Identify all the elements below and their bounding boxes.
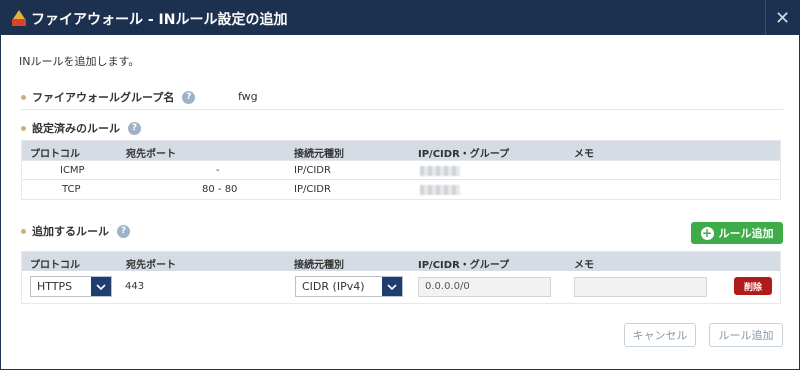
cell-source-type: IP/CIDR: [294, 184, 331, 195]
column-header-port: 宛先ポート: [126, 149, 176, 160]
chevron-down-icon: [91, 277, 111, 296]
port-value: 443: [125, 281, 145, 292]
ip-cidr-input[interactable]: 0.0.0.0/0: [418, 277, 551, 297]
dialog-title: ファイアウォール - INルール設定の追加: [31, 12, 288, 28]
cancel-button[interactable]: キャンセル: [624, 323, 696, 347]
help-icon[interactable]: ?: [117, 224, 130, 238]
help-icon[interactable]: ?: [128, 121, 141, 135]
add-rule-button-label: ルール追加: [718, 227, 774, 240]
intro-text: INルールを追加します。: [19, 55, 140, 68]
bullet-icon: [21, 228, 26, 234]
close-button[interactable]: ✕: [765, 1, 799, 35]
divider: [21, 109, 783, 110]
column-header-memo: メモ: [574, 260, 594, 271]
existing-rules-title: 設定済みのルール ?: [21, 120, 141, 136]
firewall-group-value: fwg: [238, 90, 258, 103]
column-header-memo: メモ: [574, 149, 594, 160]
existing-rules-title-text: 設定済みのルール: [32, 122, 120, 135]
protocol-select-value: HTTPS: [37, 280, 73, 293]
firewall-group-label-text: ファイアウォールグループ名: [32, 91, 175, 104]
column-header-source-type: 接続元種別: [294, 260, 344, 271]
table-header: プロトコル 宛先ポート 接続元種別 IP/CIDR・グループ メモ: [22, 141, 780, 160]
column-header-protocol: プロトコル: [30, 149, 80, 160]
redacted-ip: [420, 166, 460, 176]
firewall-group-label: ファイアウォールグループ名 ?: [21, 89, 196, 105]
bullet-icon: [21, 94, 26, 100]
cell-protocol: ICMP: [60, 165, 85, 176]
table-row: TCP 80 - 80 IP/CIDR: [22, 179, 780, 198]
new-rules-title: 追加するルール ?: [21, 223, 130, 239]
plus-icon: +: [700, 226, 714, 240]
dialog-titlebar: ファイアウォール - INルール設定の追加 ✕: [1, 1, 799, 35]
protocol-select[interactable]: HTTPS: [30, 276, 112, 297]
table-row: ICMP - IP/CIDR: [22, 160, 780, 179]
source-type-select-value: CIDR (IPv4): [302, 280, 365, 293]
table-header: プロトコル 宛先ポート 接続元種別 IP/CIDR・グループ メモ: [22, 252, 780, 271]
submit-add-rule-button[interactable]: ルール追加: [709, 323, 783, 347]
bullet-icon: [21, 125, 26, 131]
column-header-ip-cidr: IP/CIDR・グループ: [418, 149, 510, 160]
column-header-source-type: 接続元種別: [294, 149, 344, 160]
close-icon: ✕: [774, 7, 791, 29]
cell-protocol: TCP: [62, 184, 81, 195]
firewall-rule-dialog: ファイアウォール - INルール設定の追加 ✕ INルールを追加します。 ファイ…: [0, 0, 800, 370]
chevron-down-icon: [382, 277, 402, 296]
source-type-select[interactable]: CIDR (IPv4): [295, 276, 403, 297]
help-icon[interactable]: ?: [182, 90, 196, 104]
delete-button[interactable]: 削除: [734, 277, 772, 295]
redacted-ip: [420, 185, 460, 195]
column-header-ip-cidr: IP/CIDR・グループ: [418, 260, 510, 271]
new-rules-title-text: 追加するルール: [32, 225, 109, 238]
column-header-protocol: プロトコル: [30, 260, 80, 271]
add-rule-button[interactable]: + ルール追加: [691, 222, 783, 244]
cell-port: 80 - 80: [202, 184, 238, 195]
cell-port: -: [216, 165, 220, 176]
cell-source-type: IP/CIDR: [294, 165, 331, 176]
column-header-port: 宛先ポート: [126, 260, 176, 271]
app-logo-icon: [12, 10, 26, 26]
existing-rules-table: プロトコル 宛先ポート 接続元種別 IP/CIDR・グループ メモ ICMP -…: [21, 140, 781, 200]
memo-input[interactable]: [574, 277, 707, 297]
